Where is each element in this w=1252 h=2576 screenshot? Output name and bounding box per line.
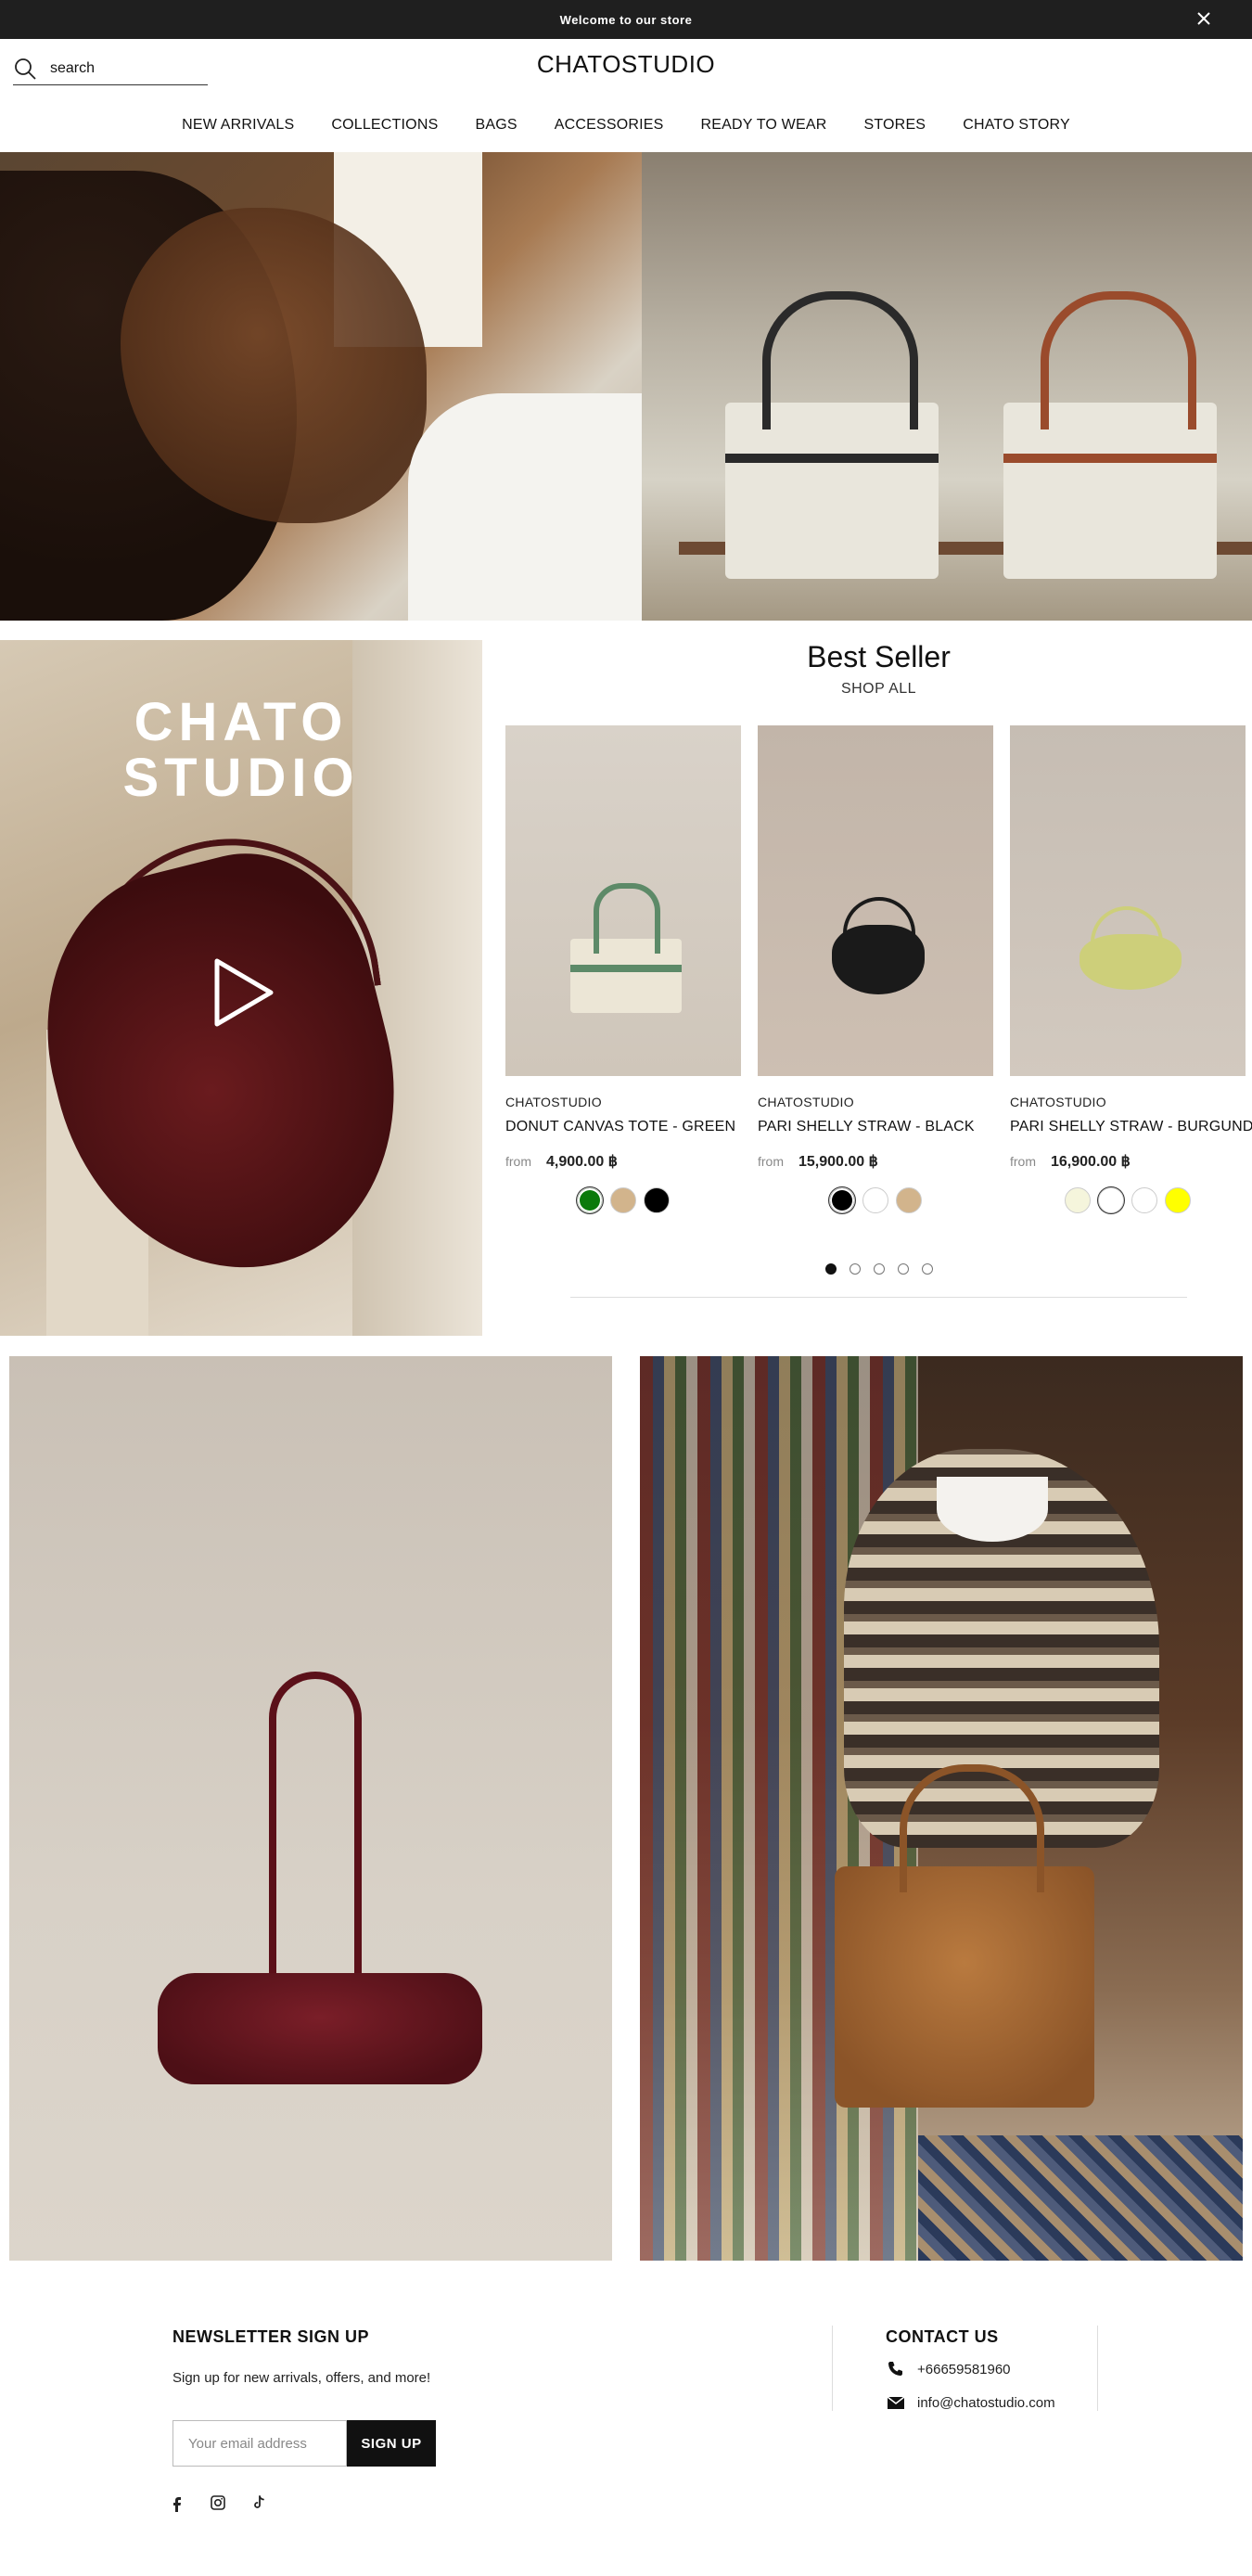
carousel-dot[interactable]	[921, 1263, 933, 1275]
announcement-bar: Welcome to our store	[0, 0, 1252, 39]
facebook-icon[interactable]	[167, 2493, 187, 2513]
nav-chato-story[interactable]: CHATO STORY	[944, 117, 1089, 134]
color-swatches	[505, 1187, 741, 1213]
hero-image-hair-bow[interactable]	[0, 152, 642, 621]
model-collar	[937, 1477, 1048, 1542]
footer-divider-left	[832, 2326, 833, 2411]
product-name[interactable]: PARI SHELLY STRAW - BURGUNDY	[1010, 1119, 1252, 1135]
site-logo[interactable]: CHATOSTUDIO	[0, 50, 1252, 79]
color-swatch[interactable]	[896, 1187, 922, 1213]
shelly-bag-shape	[832, 897, 925, 994]
social-links	[167, 2493, 269, 2513]
video-word-1: CHATO	[134, 692, 349, 752]
product-image[interactable]	[1010, 725, 1246, 1076]
best-seller-section: Best Seller SHOP ALL CHATOSTUDIO DONUT C…	[505, 640, 1252, 1336]
phone-icon	[888, 2362, 902, 2376]
price-amount: 16,900.00 ฿	[1051, 1154, 1131, 1170]
carousel-dot[interactable]	[873, 1263, 885, 1275]
rug	[918, 2135, 1243, 2261]
lookbook-image-bookshelf[interactable]	[640, 1356, 1243, 2261]
product-price: from 15,900.00 ฿	[758, 1152, 993, 1171]
mail-icon	[887, 2396, 905, 2409]
product-brand: CHATOSTUDIO	[1010, 1095, 1106, 1109]
color-swatches	[1010, 1187, 1246, 1213]
color-swatch[interactable]	[1165, 1187, 1191, 1213]
hero-sleeve	[408, 393, 642, 621]
site-footer: NEWSLETTER SIGN UP Sign up for new arriv…	[0, 2261, 1252, 2576]
color-swatch[interactable]	[829, 1187, 855, 1213]
product-name[interactable]: DONUT CANVAS TOTE - GREEN	[505, 1119, 741, 1135]
video-word-2: STUDIO	[122, 748, 360, 808]
carousel-dot[interactable]	[897, 1263, 909, 1275]
carousel-dot[interactable]	[849, 1263, 861, 1275]
product-image[interactable]	[505, 725, 741, 1076]
lookbook-image-burgundy-bag[interactable]	[9, 1356, 612, 2261]
color-swatch[interactable]	[610, 1187, 636, 1213]
shop-all-link[interactable]: SHOP ALL	[505, 681, 1252, 698]
lookbook-section	[0, 1356, 1252, 2261]
carousel-dot[interactable]	[824, 1263, 837, 1275]
divider	[570, 1297, 1187, 1298]
contact-title: CONTACT US	[886, 2327, 999, 2346]
nav-collections[interactable]: COLLECTIONS	[313, 117, 456, 134]
price-from-label: from	[1010, 1154, 1036, 1169]
contact-email[interactable]: info@chatostudio.com	[886, 2392, 1055, 2413]
color-swatches	[758, 1187, 993, 1213]
product-price: from 4,900.00 ฿	[505, 1152, 741, 1171]
price-from-label: from	[505, 1154, 531, 1169]
nav-new-arrivals[interactable]: NEW ARRIVALS	[163, 117, 313, 134]
phone-number[interactable]: +66659581960	[917, 2362, 1011, 2377]
newsletter-title: NEWSLETTER SIGN UP	[172, 2327, 370, 2346]
feature-video[interactable]: CHATO STUDIO	[0, 640, 482, 1336]
product-image[interactable]	[758, 725, 993, 1076]
product-card[interactable]: CHATOSTUDIO PARI SHELLY STRAW - BURGUNDY…	[1010, 725, 1252, 1213]
nav-accessories[interactable]: ACCESSORIES	[536, 117, 683, 134]
email-field[interactable]	[172, 2420, 347, 2467]
color-swatch[interactable]	[1098, 1187, 1124, 1213]
tan-tote-bag	[835, 1764, 1094, 2108]
product-name[interactable]: PARI SHELLY STRAW - BLACK	[758, 1119, 993, 1135]
tote-bag-shape	[570, 883, 682, 1013]
announcement-text: Welcome to our store	[559, 12, 693, 27]
product-card[interactable]: CHATOSTUDIO PARI SHELLY STRAW - BLACK fr…	[758, 725, 993, 1213]
footer-divider-right	[1097, 2326, 1098, 2411]
section-title: Best Seller	[807, 640, 951, 673]
close-icon[interactable]	[1193, 7, 1215, 30]
barrel-bag	[158, 1973, 482, 2084]
shelly-bag-shape	[1080, 906, 1182, 990]
price-amount: 15,900.00 ฿	[798, 1154, 878, 1170]
color-swatch[interactable]	[1131, 1187, 1157, 1213]
color-swatch[interactable]	[577, 1187, 603, 1213]
newsletter-form: SIGN UP	[172, 2420, 436, 2467]
email-address[interactable]: info@chatostudio.com	[917, 2395, 1055, 2411]
hero-tote-black	[725, 291, 939, 579]
nav-stores[interactable]: STORES	[845, 117, 944, 134]
instagram-icon[interactable]	[208, 2493, 228, 2513]
hero-image-canvas-totes[interactable]	[642, 152, 1252, 621]
newsletter-text: Sign up for new arrivals, offers, and mo…	[172, 2370, 431, 2386]
barrel-bag-handle	[269, 1672, 362, 1996]
product-price: from 16,900.00 ฿	[1010, 1152, 1246, 1171]
play-icon[interactable]	[211, 955, 276, 1030]
product-brand: CHATOSTUDIO	[505, 1095, 602, 1109]
product-card[interactable]: CHATOSTUDIO DONUT CANVAS TOTE - GREEN fr…	[505, 725, 741, 1213]
signup-button[interactable]: SIGN UP	[347, 2420, 436, 2467]
price-amount: 4,900.00 ฿	[546, 1154, 618, 1170]
color-swatch[interactable]	[644, 1187, 670, 1213]
color-swatch[interactable]	[862, 1187, 888, 1213]
product-brand: CHATOSTUDIO	[758, 1095, 854, 1109]
nav-ready-to-wear[interactable]: READY TO WEAR	[683, 117, 846, 134]
hero-tote-brown	[1003, 291, 1217, 579]
site-header: CHATOSTUDIO NEW ARRIVALS COLLECTIONS BAG…	[0, 39, 1252, 152]
nav-bags[interactable]: BAGS	[456, 117, 535, 134]
price-from-label: from	[758, 1154, 784, 1169]
hero-banner	[0, 152, 1252, 621]
carousel-pagination	[505, 1263, 1252, 1275]
main-nav: NEW ARRIVALS COLLECTIONS BAGS ACCESSORIE…	[0, 117, 1252, 134]
tiktok-icon[interactable]	[249, 2493, 269, 2513]
contact-phone[interactable]: +66659581960	[886, 2359, 1011, 2379]
color-swatch[interactable]	[1065, 1187, 1091, 1213]
